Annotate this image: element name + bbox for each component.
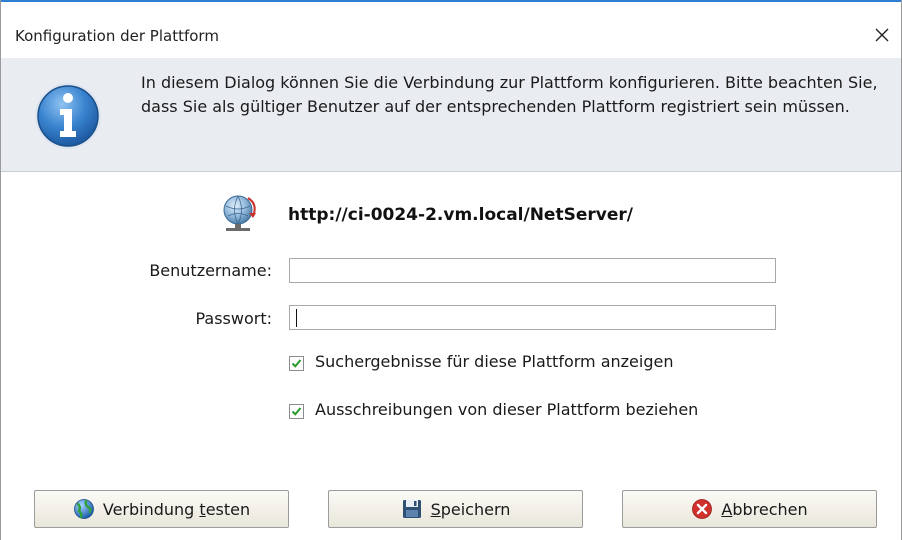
password-label: Passwort: (195, 309, 272, 328)
platform-url: http://ci-0024-2.vm.local/NetServer/ (288, 205, 633, 225)
info-icon (35, 83, 101, 149)
info-message: In diesem Dialog können Sie die Verbindu… (141, 73, 878, 116)
title-bar: Konfiguration der Plattform (1, 2, 901, 58)
test-connection-button[interactable]: Verbindung testen (34, 490, 289, 528)
cancel-x-icon (692, 499, 713, 519)
save-button[interactable]: Speichern (328, 490, 583, 528)
globe-network-icon (223, 195, 256, 231)
username-label: Benutzername: (149, 261, 272, 280)
password-field[interactable] (289, 305, 776, 330)
cancel-label: Abbrechen (721, 499, 808, 519)
floppy-disk-icon (402, 500, 421, 518)
username-field[interactable] (289, 258, 776, 283)
show-search-results-label: Suchergebnisse für diese Plattform anzei… (315, 352, 674, 371)
checkmark-icon (291, 359, 302, 368)
globe-icon (73, 499, 94, 519)
test-connection-label: Verbindung testen (102, 499, 251, 519)
close-icon (875, 28, 889, 42)
fetch-tenders-checkbox[interactable] (289, 404, 304, 419)
save-label: Speichern (430, 499, 511, 519)
info-banner: In diesem Dialog können Sie die Verbindu… (1, 58, 901, 172)
show-search-results-checkbox[interactable] (289, 356, 304, 371)
close-button[interactable] (867, 20, 897, 50)
checkmark-icon (291, 407, 302, 416)
window-title: Konfiguration der Plattform (15, 27, 219, 45)
fetch-tenders-label: Ausschreibungen von dieser Plattform bez… (315, 400, 699, 419)
cancel-button[interactable]: Abbrechen (622, 490, 877, 528)
text-cursor (296, 309, 297, 327)
